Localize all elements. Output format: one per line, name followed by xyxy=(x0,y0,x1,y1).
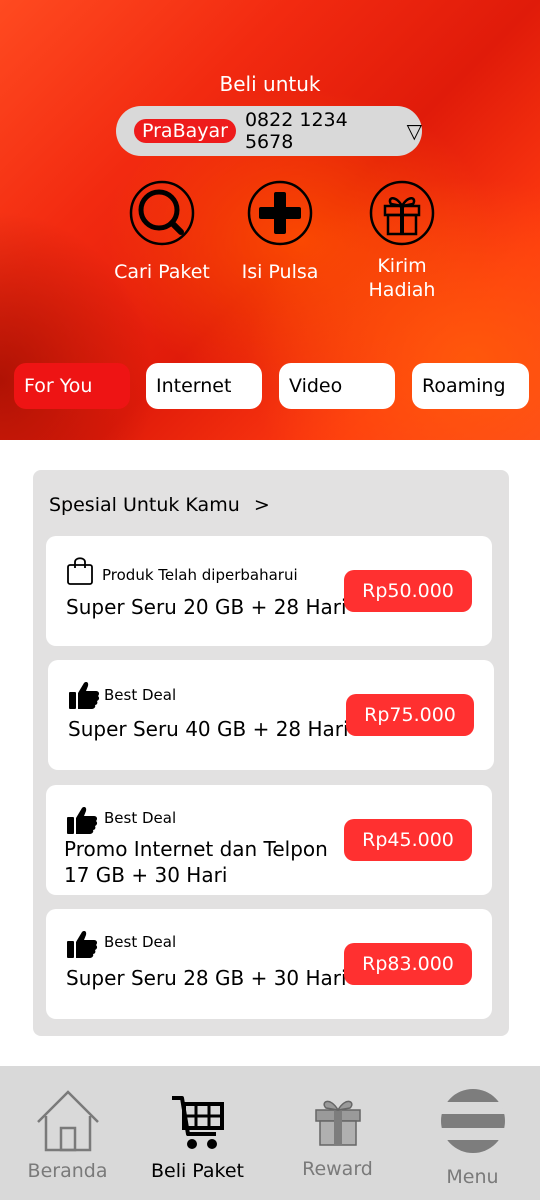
buy-for-label: Beli untuk xyxy=(219,72,321,96)
bottom-navigation: Beranda Beli Paket Reward Menu xyxy=(0,1066,540,1200)
package-name-line2: 17 GB + 30 Hari xyxy=(64,863,228,887)
package-name: Super Seru 28 GB + 30 Hari xyxy=(66,966,347,990)
package-card[interactable]: Best Deal Super Seru 40 GB + 28 Hari Rp7… xyxy=(48,660,494,770)
top-up-credit-button[interactable]: Isi Pulsa xyxy=(220,180,340,284)
tab-roaming[interactable]: Roaming xyxy=(412,363,529,409)
thumbs-up-icon xyxy=(69,682,100,709)
package-price-button[interactable]: Rp75.000 xyxy=(346,694,474,736)
package-price-button[interactable]: Rp45.000 xyxy=(344,819,472,861)
nav-reward-label: Reward xyxy=(302,1158,373,1180)
hero-header: Beli untuk PraBayar 0822 1234 5678 ▽ Car… xyxy=(0,0,540,440)
plus-icon xyxy=(247,180,313,246)
chevron-down-icon[interactable]: ▽ xyxy=(407,119,422,143)
package-price-button[interactable]: Rp50.000 xyxy=(344,570,472,612)
search-package-label: Cari Paket xyxy=(114,261,210,283)
menu-icon xyxy=(440,1089,505,1153)
package-name-line1: Promo Internet dan Telpon xyxy=(64,837,328,861)
section-arrow: > xyxy=(253,494,270,516)
account-type-badge: PraBayar xyxy=(134,119,236,143)
package-name: Super Seru 40 GB + 28 Hari xyxy=(68,717,349,741)
cart-icon xyxy=(171,1096,224,1149)
package-card[interactable]: Best Deal Promo Internet dan Telpon 17 G… xyxy=(46,785,492,895)
package-name: Promo Internet dan Telpon 17 GB + 30 Har… xyxy=(64,836,328,888)
package-tag: Best Deal xyxy=(104,809,177,827)
tab-internet[interactable]: Internet xyxy=(146,363,262,409)
special-for-you-section: Spesial Untuk Kamu > Produk Telah diperb… xyxy=(33,470,509,1036)
nav-menu[interactable]: Menu xyxy=(405,1066,540,1200)
package-price-button[interactable]: Rp83.000 xyxy=(344,943,472,985)
package-tag: Best Deal xyxy=(104,933,177,951)
nav-beranda[interactable]: Beranda xyxy=(0,1066,135,1200)
package-card[interactable]: Produk Telah diperbaharui Super Seru 20 … xyxy=(46,536,492,646)
nav-menu-label: Menu xyxy=(446,1166,499,1188)
search-icon xyxy=(129,180,195,246)
phone-number: 0822 1234 5678 xyxy=(244,109,348,153)
top-up-credit-label: Isi Pulsa xyxy=(241,261,319,283)
send-gift-label-line1: Kirim xyxy=(377,255,427,277)
gift-icon xyxy=(369,180,435,246)
home-icon xyxy=(36,1090,99,1152)
package-name: Super Seru 20 GB + 28 Hari xyxy=(66,595,347,619)
thumbs-up-icon xyxy=(67,807,98,834)
search-package-button[interactable]: Cari Paket xyxy=(102,180,222,284)
section-title: Spesial Untuk Kamu xyxy=(49,494,240,516)
nav-beranda-label: Beranda xyxy=(27,1160,108,1182)
nav-reward[interactable]: Reward xyxy=(270,1066,405,1200)
package-tag: Produk Telah diperbaharui xyxy=(102,566,298,584)
tab-for-you[interactable]: For You xyxy=(14,363,130,409)
send-gift-label-line2: Hadiah xyxy=(368,279,436,301)
section-title-link[interactable]: Spesial Untuk Kamu > xyxy=(49,494,270,516)
gift-icon xyxy=(314,1100,361,1146)
nav-beli-paket[interactable]: Beli Paket xyxy=(130,1066,265,1200)
package-card[interactable]: Best Deal Super Seru 28 GB + 30 Hari Rp8… xyxy=(46,909,492,1019)
tab-video[interactable]: Video xyxy=(279,363,395,409)
send-gift-button[interactable]: Kirim Hadiah xyxy=(342,180,462,302)
phone-number-selector[interactable]: PraBayar 0822 1234 5678 ▽ xyxy=(116,106,422,156)
package-tag: Best Deal xyxy=(104,686,177,704)
nav-beli-paket-label: Beli Paket xyxy=(150,1160,245,1182)
thumbs-up-icon xyxy=(67,931,98,958)
shopping-bag-icon xyxy=(67,557,93,585)
